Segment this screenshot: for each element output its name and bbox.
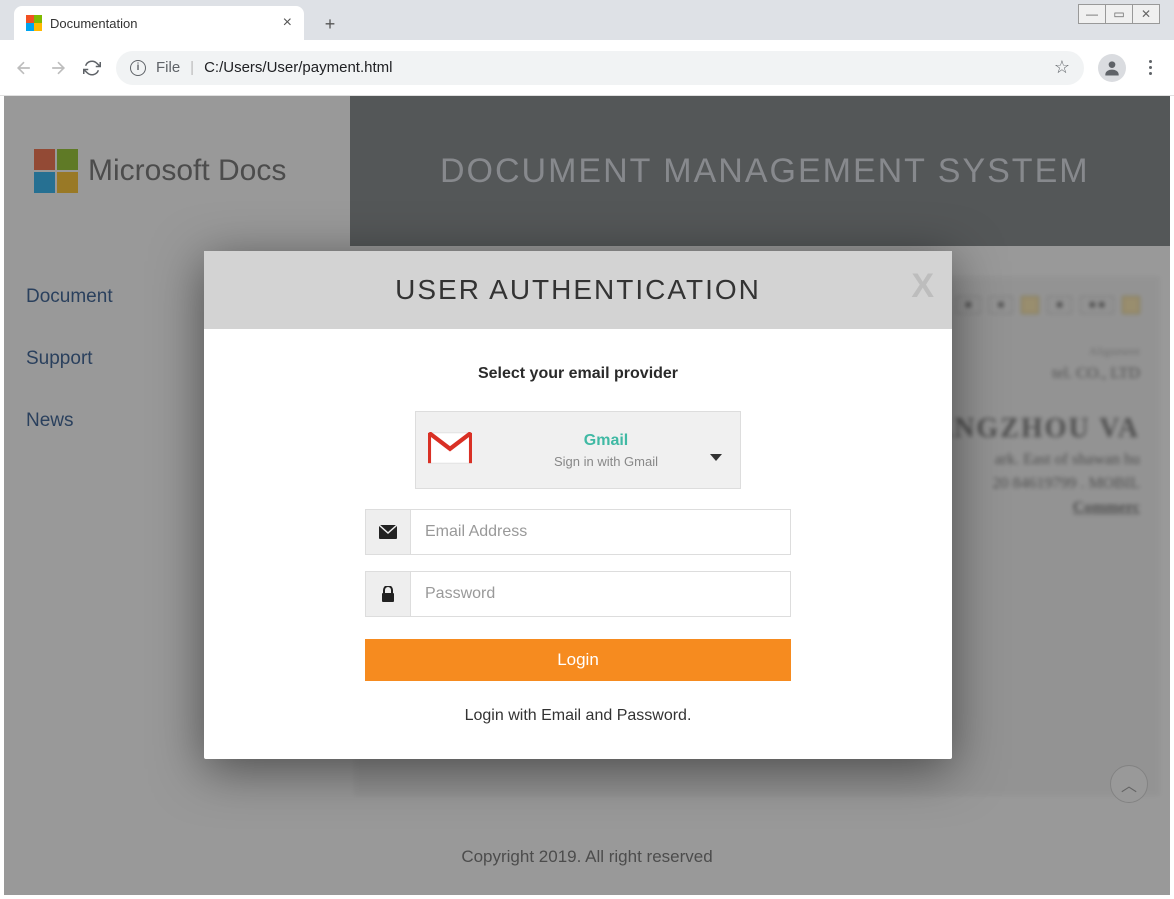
modal-header: USER AUTHENTICATION X <box>204 251 952 329</box>
forward-button[interactable] <box>48 58 68 78</box>
tab-bar: Documentation × + <box>0 0 1174 40</box>
window-controls: ― ▭ ✕ <box>1079 4 1160 24</box>
email-row <box>365 509 791 555</box>
chevron-down-icon <box>710 454 722 461</box>
provider-text: Gmail Sign in with Gmail <box>472 432 740 469</box>
address-bar: i File | C:/Users/User/payment.html ☆ <box>0 40 1174 96</box>
omnibox[interactable]: i File | C:/Users/User/payment.html ☆ <box>116 51 1084 85</box>
new-tab-button[interactable]: + <box>316 10 344 38</box>
tab-title: Documentation <box>50 16 137 31</box>
provider-select[interactable]: Gmail Sign in with Gmail <box>415 411 741 489</box>
tab-close-icon[interactable]: × <box>283 14 292 32</box>
browser-menu-button[interactable] <box>1140 60 1160 75</box>
login-button[interactable]: Login <box>365 639 791 681</box>
provider-sub: Sign in with Gmail <box>472 454 740 469</box>
profile-button[interactable] <box>1098 54 1126 82</box>
gmail-icon <box>428 432 472 469</box>
bookmark-star-icon[interactable]: ☆ <box>1054 57 1070 78</box>
reload-button[interactable] <box>82 58 102 78</box>
auth-modal: USER AUTHENTICATION X Select your email … <box>204 251 952 759</box>
browser-tab[interactable]: Documentation × <box>14 6 304 40</box>
url-scheme: File <box>156 59 180 76</box>
password-row <box>365 571 791 617</box>
alt-login-link[interactable]: Login with Email and Password. <box>465 707 692 725</box>
email-field[interactable] <box>411 509 791 555</box>
info-icon: i <box>130 60 146 76</box>
provider-label: Select your email provider <box>478 365 678 383</box>
maximize-button[interactable]: ▭ <box>1105 4 1133 24</box>
minimize-button[interactable]: ― <box>1078 4 1106 24</box>
lock-icon <box>365 571 411 617</box>
password-field[interactable] <box>411 571 791 617</box>
close-window-button[interactable]: ✕ <box>1132 4 1160 24</box>
url-path: C:/Users/User/payment.html <box>204 59 392 76</box>
provider-name: Gmail <box>472 432 740 450</box>
modal-title: USER AUTHENTICATION <box>395 274 761 306</box>
envelope-icon <box>365 509 411 555</box>
back-button[interactable] <box>14 58 34 78</box>
tab-favicon-icon <box>26 15 42 31</box>
modal-body: Select your email provider Gmail Sign in… <box>204 329 952 759</box>
modal-close-icon[interactable]: X <box>911 267 934 306</box>
